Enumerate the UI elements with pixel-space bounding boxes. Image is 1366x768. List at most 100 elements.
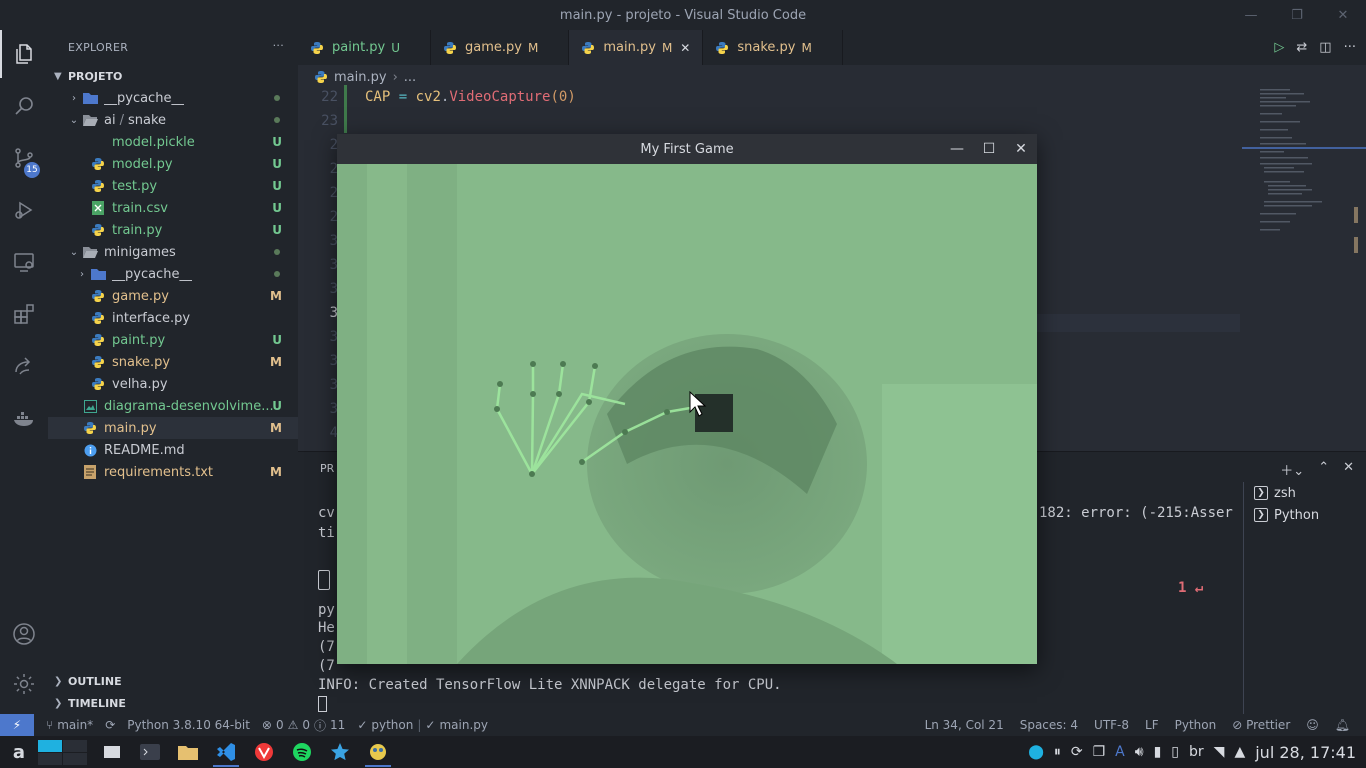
lint-status[interactable]: ✓ python | ✓ main.py [357,718,488,732]
tree-item[interactable]: test.py U [48,175,298,197]
search-icon[interactable] [0,82,48,130]
sync-icon[interactable]: ⟳ [105,718,115,732]
source-control-icon[interactable]: 15 [0,134,48,182]
app-launcher-icon[interactable]: a [0,736,38,768]
notifications-icon[interactable]: 🔔︎ [1335,718,1350,732]
sync-status-icon[interactable]: ⟳ [1071,744,1083,760]
terminal-item-zsh[interactable]: ❯ zsh [1244,482,1366,504]
spotify-app-icon[interactable] [283,736,321,768]
close-icon[interactable]: ✕ [1320,0,1366,30]
code-line: 2 [298,157,338,181]
terminal-item-python[interactable]: ❯ Python [1244,504,1366,526]
indentation[interactable]: Spaces: 4 [1020,718,1078,732]
outline-section[interactable]: ❯ OUTLINE [48,670,298,692]
code-line: 2 [298,133,338,157]
git-branch[interactable]: ⑂ main* [46,718,93,732]
prettier-status[interactable]: ⊘ Prettier [1232,718,1290,732]
tree-item[interactable]: › __pycache__ [48,87,298,109]
timeline-section[interactable]: ❯ TIMELINE [48,692,298,714]
tab-main-py[interactable]: main.py M ✕ [569,30,704,65]
volume-icon[interactable]: 🔊︎ [1135,744,1144,760]
account-icon[interactable] [0,610,48,658]
tree-item[interactable]: main.py M [48,417,298,439]
breadcrumb-symbol[interactable]: ... [404,70,416,85]
live-share-icon[interactable] [0,342,48,390]
compare-changes-icon[interactable]: ⇄ [1296,40,1307,55]
docker-icon[interactable] [0,394,48,442]
tree-item[interactable]: game.py M [48,285,298,307]
media-pause-icon[interactable]: ⏸ [1054,744,1061,760]
tree-item[interactable]: velha.py [48,373,298,395]
input-method-icon[interactable]: A [1115,744,1125,760]
tree-item[interactable]: model.py U [48,153,298,175]
clipboard-icon[interactable]: ❐ [1093,744,1106,760]
tab-paint-py[interactable]: paint.py U [298,30,432,65]
tray-expand-icon[interactable]: ▲ [1234,744,1245,760]
game-canvas[interactable] [337,164,1037,664]
tab-snake-py[interactable]: snake.py M [703,30,843,65]
problems-indicator[interactable]: ⊗ 0 ⚠ 0 ⓘ 11 [262,717,345,734]
tab-game-py[interactable]: game.py M [431,30,570,65]
workspace-pager[interactable] [38,739,87,765]
close-panel-icon[interactable]: ✕ [1343,460,1354,479]
feedback-icon[interactable]: ☺ [1306,718,1319,732]
minimap[interactable] [1242,87,1366,451]
extensions-icon[interactable] [0,290,48,338]
more-actions-icon[interactable]: ··· [1344,40,1356,55]
settings-gear-icon[interactable] [0,660,48,708]
alert-icon[interactable]: ⬤ [1028,744,1044,760]
cursor-position[interactable]: Ln 34, Col 21 [925,718,1004,732]
tree-item[interactable]: train.csv U [48,197,298,219]
line-number: 2 [329,209,338,225]
tree-item[interactable]: paint.py U [48,329,298,351]
tree-item[interactable]: ⌄ ai / snake [48,109,298,131]
tree-item[interactable]: snake.py M [48,351,298,373]
star-app-icon[interactable] [321,736,359,768]
tree-item[interactable]: model.pickle U [48,131,298,153]
language-mode[interactable]: Python [1175,718,1217,732]
split-editor-icon[interactable]: ◫ [1319,40,1331,55]
clock[interactable]: jul 28, 17:41 [1255,743,1356,762]
run-debug-icon[interactable] [0,186,48,234]
vscode-app-icon[interactable] [207,736,245,768]
terminal-line: cv [318,505,335,521]
breadcrumb-file[interactable]: main.py [334,70,387,85]
restore-icon[interactable]: ❐ [1274,0,1320,30]
git-status: U [272,333,282,347]
python-interpreter[interactable]: Python 3.8.10 64-bit [127,718,250,732]
encoding[interactable]: UTF-8 [1094,718,1129,732]
tree-item[interactable]: ⌄ minigames [48,241,298,263]
remote-indicator-icon[interactable]: ⚡ [0,714,34,736]
panel-tab-problems[interactable]: PR [320,462,334,475]
run-python-icon[interactable]: ▷ [1274,40,1284,55]
terminal-app-icon[interactable] [131,736,169,768]
remote-explorer-icon[interactable] [0,238,48,286]
minimize-icon[interactable]: — [1228,0,1274,30]
wifi-icon[interactable]: ◥ [1214,744,1225,760]
show-desktop-icon[interactable] [93,736,131,768]
tree-item[interactable]: README.md [48,439,298,461]
maximize-panel-icon[interactable]: ⌃ [1318,460,1329,479]
files-app-icon[interactable] [169,736,207,768]
tree-item[interactable]: interface.py [48,307,298,329]
new-terminal-icon[interactable]: ＋⌄ [1280,460,1304,479]
phone-icon[interactable]: ▯ [1171,744,1179,760]
battery-icon[interactable]: ▮ [1154,744,1162,760]
maximize-icon[interactable]: ☐ [973,134,1005,164]
keyboard-layout[interactable]: br [1189,744,1204,760]
close-tab-icon[interactable]: ✕ [680,41,690,55]
tree-item[interactable]: diagrama-desenvolvime... U [48,395,298,417]
game-window-title: My First Game [640,141,734,157]
git-status: U [272,157,282,171]
tree-item[interactable]: requirements.txt M [48,461,298,483]
minimize-icon[interactable]: — [941,134,973,164]
python-game-app-icon[interactable] [359,736,397,768]
explorer-icon[interactable] [0,30,48,78]
vivaldi-app-icon[interactable] [245,736,283,768]
tree-item[interactable]: train.py U [48,219,298,241]
end-of-line[interactable]: LF [1145,718,1159,732]
project-root[interactable]: ▼ PROJETO [48,65,298,87]
more-actions-icon[interactable]: ··· [273,39,284,52]
tree-item[interactable]: › __pycache__ [48,263,298,285]
close-icon[interactable]: ✕ [1005,134,1037,164]
